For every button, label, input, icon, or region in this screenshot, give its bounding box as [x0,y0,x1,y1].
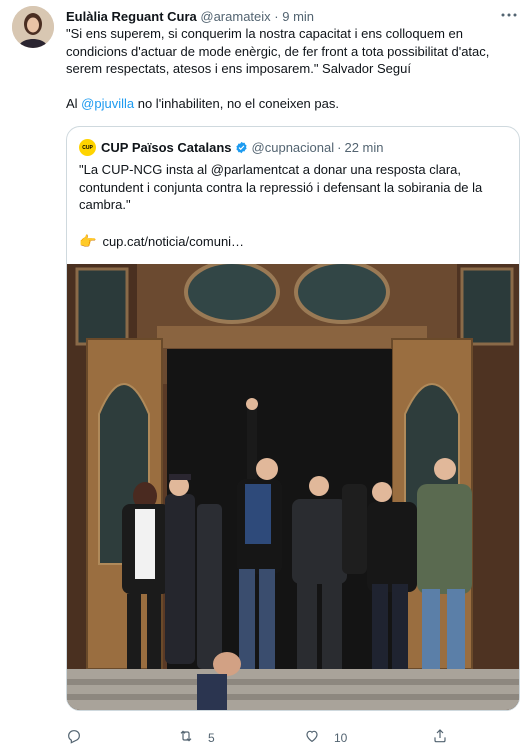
separator-dot: · [274,9,279,24]
tweet-actions: 5 10 [66,728,466,748]
reply-icon [66,728,82,747]
tweet-paragraph-1: "Si ens superem, si conquerim la nostra … [66,26,490,76]
pointing-hand-icon: 👉 [79,233,97,249]
quoted-avatar[interactable]: CUP [79,139,96,156]
p2-suffix: no l'inhabiliten, no el coneixen pas. [134,95,339,111]
reply-button[interactable] [66,728,82,747]
quoted-time[interactable]: 22 min [344,140,383,155]
retweet-button[interactable]: 5 [178,728,215,747]
quoted-author-name[interactable]: CUP Països Catalans [101,140,232,155]
quoted-author-handle[interactable]: @cupnacional [252,140,335,155]
like-icon [304,728,320,747]
tweet-paragraph-2: Al @pjuvilla no l'inhabiliten, no el con… [66,95,524,113]
author-avatar[interactable] [12,6,54,48]
retweet-icon [178,728,194,747]
retweet-count: 5 [208,730,215,745]
quoted-separator-dot: · [337,140,342,155]
share-icon [432,728,448,747]
quoted-link-row: 👉 cup.cat/noticia/comuni… [79,233,244,250]
quoted-author-row: CUP CUP Països Catalans @cupnacional · 2… [79,139,384,156]
author-handle[interactable]: @aramateix [200,9,270,24]
like-count: 10 [334,730,348,745]
like-button[interactable]: 10 [304,728,347,747]
quoted-text: "La CUP-NCG insta al @parlamentcat a don… [79,162,483,212]
author-row: Eulàlia Reguant Cura @aramateix · 9 min [66,9,314,24]
quoted-photo[interactable] [67,260,519,710]
share-button[interactable] [432,728,448,747]
author-name[interactable]: Eulàlia Reguant Cura [66,9,197,24]
tweet-text: "Si ens superem, si conquerim la nostra … [66,25,524,129]
quoted-link[interactable]: cup.cat/noticia/comuni… [102,234,244,249]
tweet[interactable]: Eulàlia Reguant Cura @aramateix · 9 min … [0,0,532,755]
verified-icon [235,141,248,154]
p2-prefix: Al [66,95,82,111]
tweet-time[interactable]: 9 min [282,9,314,24]
mention-link[interactable]: @pjuvilla [81,96,134,111]
quoted-tweet[interactable]: CUP CUP Països Catalans @cupnacional · 2… [66,126,520,711]
